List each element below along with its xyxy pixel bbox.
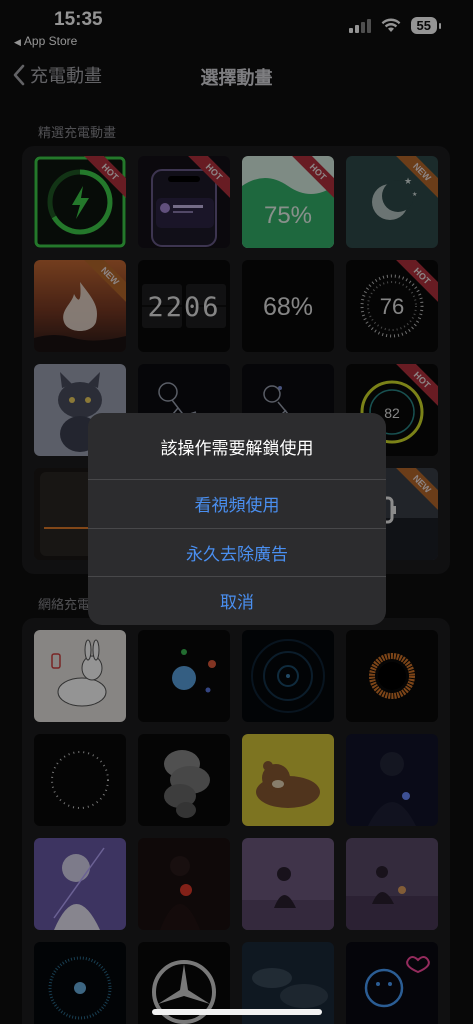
dialog-title: 該操作需要解鎖使用: [160, 438, 314, 459]
unlock-dialog: 該操作需要解鎖使用 看視頻使用 永久去除廣告 取消: [88, 413, 386, 625]
watch-video-button[interactable]: 看視頻使用: [88, 479, 386, 528]
cancel-button[interactable]: 取消: [88, 576, 386, 625]
home-indicator[interactable]: [152, 1009, 322, 1015]
remove-ads-button[interactable]: 永久去除廣告: [88, 527, 386, 577]
